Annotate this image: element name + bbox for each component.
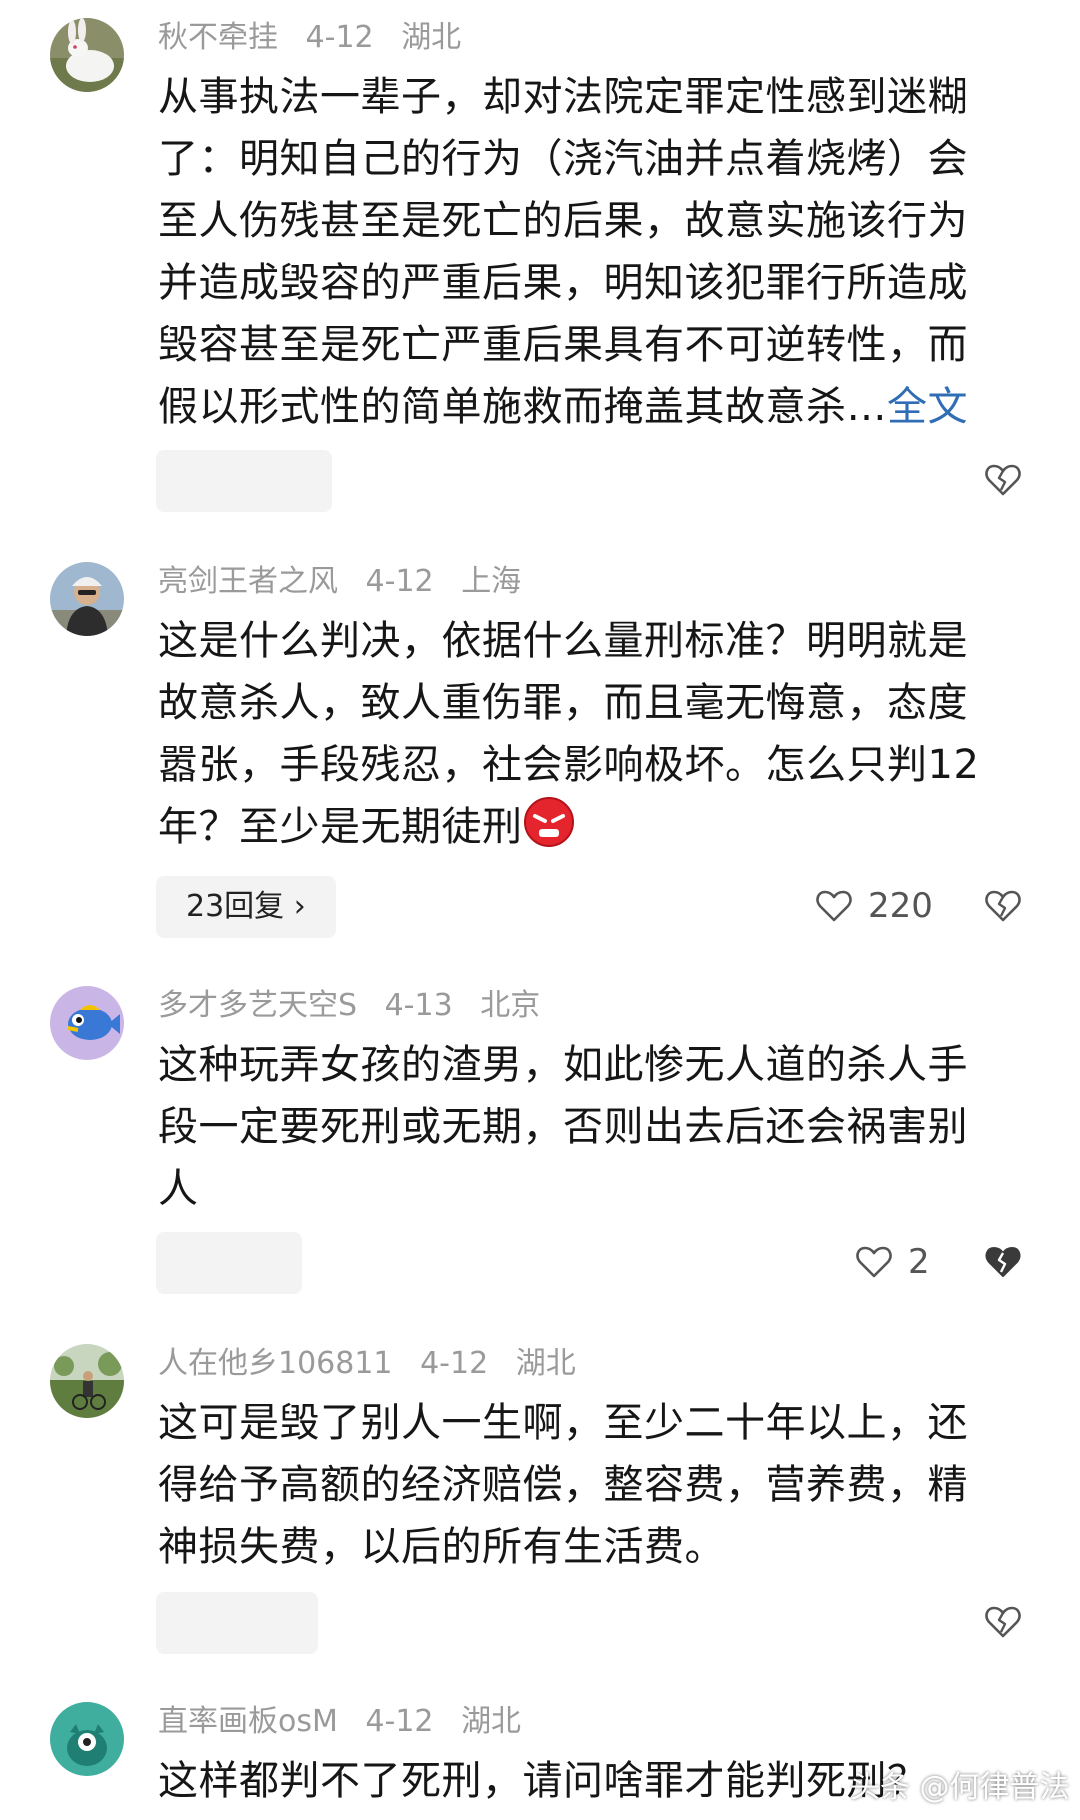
comment-date: 4-12	[305, 20, 374, 55]
avatar[interactable]	[50, 1702, 124, 1776]
comment-line: 假以形式性的简单施救而掩盖其故意杀…全文	[158, 376, 1008, 438]
comment-text: 这是什么判决，依据什么量刑标准？明明就是 故意杀人，致人重伤罪，而且毫无悔意，态…	[158, 610, 1008, 858]
reply-chip[interactable]	[156, 1592, 318, 1654]
comment-date: 4-13	[384, 988, 453, 1023]
watermark: 头条 @何律普法	[850, 1770, 1070, 1805]
dislike-button[interactable]	[983, 1602, 1023, 1642]
avatar[interactable]	[50, 986, 124, 1060]
comment-line: 至人伤残甚至是死亡的后果，故意实施该行为	[158, 198, 968, 244]
avatar[interactable]	[50, 562, 124, 636]
comment-line: 神损失费，以后的所有生活费。	[158, 1524, 725, 1570]
like-button[interactable]: 220	[814, 886, 933, 926]
dislike-button-active[interactable]	[983, 1242, 1023, 1282]
comment-location: 湖北	[401, 20, 462, 55]
comment-line: 得给予高额的经济赔偿，整容费，营养费，精	[158, 1462, 968, 1508]
comment-line: 这可是毁了别人一生啊，至少二十年以上，还	[158, 1400, 968, 1446]
comment-line: 并造成毁容的严重后果，明知该犯罪行所造成	[158, 260, 968, 306]
comment-meta: 直率画板osM 4-12 湖北	[158, 1704, 539, 1740]
comment-date: 4-12	[365, 1704, 434, 1739]
avatar[interactable]	[50, 18, 124, 92]
heart-icon	[856, 1246, 892, 1278]
comment-meta: 人在他乡106811 4-12 湖北	[158, 1346, 594, 1382]
comment-line: 从事执法一辈子，却对法院定罪定性感到迷糊	[158, 74, 968, 120]
dislike-button[interactable]	[983, 886, 1023, 926]
comment-line: 年？至少是无期徒刑	[158, 796, 1008, 858]
comment-meta: 秋不牵挂 4-12 湖北	[158, 20, 479, 56]
comment-location: 上海	[461, 564, 522, 599]
avatar[interactable]	[50, 1344, 124, 1418]
comment-line: 了：明知自己的行为（浇汽油并点着烧烤）会	[158, 136, 968, 182]
like-button[interactable]: 2	[854, 1242, 930, 1282]
comment-location: 北京	[480, 988, 541, 1023]
username[interactable]: 亮剑王者之风	[158, 564, 338, 599]
broken-heart-filled-icon	[985, 1247, 1021, 1277]
comment-line-text: 假以形式性的简单施救而掩盖其故意杀…	[158, 384, 887, 430]
view-replies-button[interactable]: 23回复 ›	[156, 876, 336, 938]
comment-line: 这是什么判决，依据什么量刑标准？明明就是	[158, 618, 968, 664]
broken-heart-icon	[985, 1606, 1021, 1638]
comment-location: 湖北	[461, 1704, 522, 1739]
like-count: 220	[868, 886, 933, 926]
comment-text: 这种玩弄女孩的渣男，如此惨无人道的杀人手 段一定要死刑或无期，否则出去后还会祸害…	[158, 1034, 1008, 1220]
comment-line: 人	[158, 1166, 199, 1212]
comment-line: 故意杀人，致人重伤罪，而且毫无悔意，态度	[158, 680, 968, 726]
dislike-button[interactable]	[983, 460, 1023, 500]
username[interactable]: 直率画板osM	[158, 1704, 338, 1739]
comment-text: 从事执法一辈子，却对法院定罪定性感到迷糊 了：明知自己的行为（浇汽油并点着烧烤）…	[158, 66, 1008, 438]
username[interactable]: 多才多艺天空S	[158, 988, 357, 1023]
comment-line-text: 年？至少是无期徒刑	[158, 804, 523, 850]
heart-icon	[816, 890, 852, 922]
like-count: 2	[908, 1242, 930, 1282]
username[interactable]: 人在他乡106811	[158, 1346, 393, 1381]
comment-meta: 亮剑王者之风 4-12 上海	[158, 564, 539, 600]
comment-line: 段一定要死刑或无期，否则出去后还会祸害别	[158, 1104, 968, 1150]
reply-chip[interactable]	[156, 450, 332, 512]
comment-line: 嚣张，手段残忍，社会影响极坏。怎么只判12	[158, 742, 980, 788]
comment-location: 湖北	[515, 1346, 576, 1381]
full-text-link[interactable]: 全文	[887, 384, 968, 430]
comment-line: 毁容甚至是死亡严重后果具有不可逆转性，而	[158, 322, 968, 368]
username[interactable]: 秋不牵挂	[158, 20, 278, 55]
broken-heart-icon	[985, 890, 1021, 922]
broken-heart-icon	[985, 464, 1021, 496]
comment-date: 4-12	[365, 564, 434, 599]
comment-date: 4-12	[420, 1346, 489, 1381]
comment-text: 这可是毁了别人一生啊，至少二十年以上，还 得给予高额的经济赔偿，整容费，营养费，…	[158, 1392, 1008, 1578]
reply-chip[interactable]	[156, 1232, 302, 1294]
angry-face-icon	[523, 797, 574, 847]
comment-meta: 多才多艺天空S 4-13 北京	[158, 988, 558, 1024]
comment-line: 这种玩弄女孩的渣男，如此惨无人道的杀人手	[158, 1042, 968, 1088]
